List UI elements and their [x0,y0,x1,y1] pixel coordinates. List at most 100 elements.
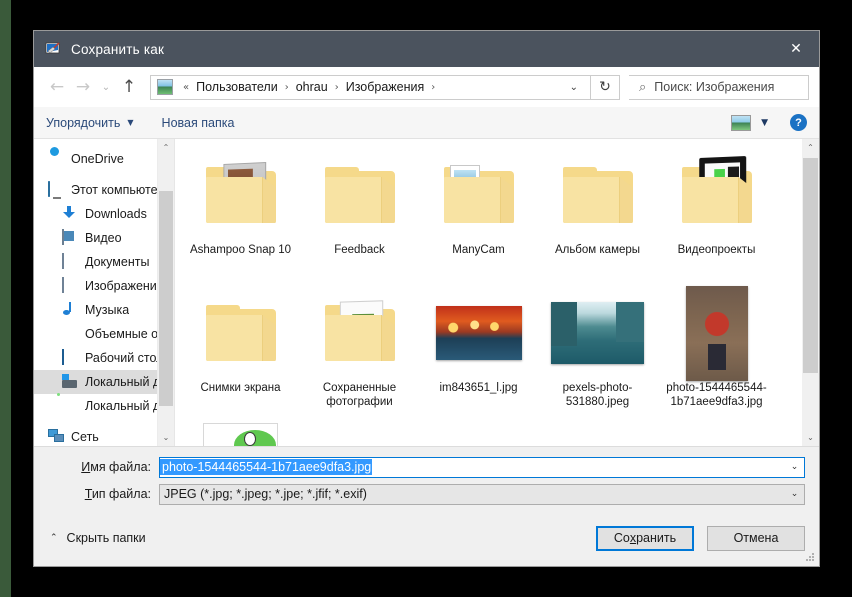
arrow-right-icon[interactable]: → [70,74,96,100]
filename-input[interactable]: photo-1544465544-1b71aee9dfa3.jpg ⌄ [159,456,805,478]
file-item-label: Feedback [334,244,385,256]
help-icon[interactable]: ? [790,114,807,131]
image-thumbnail [435,306,522,360]
chevron-up-icon-hide-folders: ⌃ [50,533,58,543]
dialog-body: OneDrive Этот компьютер Downloads Видео … [34,139,819,447]
close-icon[interactable]: ✕ [773,31,819,67]
file-item-label: Альбом камеры [554,244,641,256]
pictures-icon [62,277,78,294]
file-item[interactable]: photo-1544465544-1b71aee9dfa3.jpg [657,285,776,423]
thumbnail [300,147,419,243]
chevron-up-icon-file-scroll[interactable]: ⌃ [802,139,819,156]
thumbnail [419,147,538,243]
file-item-partial[interactable] [181,423,300,446]
downloads-arrow-icon [62,206,78,222]
file-item[interactable]: Сохраненные фотографии [300,285,419,423]
hide-folders-label: Скрыть папки [66,531,146,545]
file-item-label: Видеопроекты [677,244,756,256]
chevron-down-icon-sidebar-scroll[interactable]: ⌄ [158,429,174,446]
file-item[interactable]: Видеопроекты [657,147,776,285]
sidebar-item-desktop[interactable]: Рабочий стол [34,346,174,370]
search-icon: ⌕ [639,79,647,95]
sidebar-item-pictures[interactable]: Изображения [34,274,174,298]
chevron-down-icon-view[interactable]: ▼ [761,118,768,128]
file-item[interactable]: ManyCam [419,147,538,285]
sidebar-item-network[interactable]: Сеть [34,425,174,446]
file-list-scrollbar-thumb[interactable] [803,158,818,373]
sidebar-scrollbar[interactable]: ⌃ ⌄ [157,139,174,446]
filetype-select[interactable]: JPEG (*.jpg; *.jpeg; *.jpe; *.jfif; *.ex… [159,483,805,505]
paint-app-icon [45,41,61,57]
chevron-down-icon-file-scroll[interactable]: ⌄ [802,429,819,446]
filename-label: Имя файла: [34,460,159,474]
breadcrumb-separator-1: › [334,81,339,93]
chevron-up-icon-sidebar-scroll[interactable]: ⌃ [158,139,174,156]
chevron-down-icon-filetype[interactable]: ⌄ [785,485,804,504]
this-pc-monitor-icon [48,181,64,198]
cancel-button[interactable]: Отмена [707,525,805,551]
folder-icon [205,305,276,361]
search-placeholder: Поиск: Изображения [654,80,775,94]
documents-icon [62,253,78,270]
arrow-up-icon[interactable]: ↑ [116,74,142,100]
music-note-icon [62,302,78,318]
command-bar: Упорядочить ▼ Новая папка ▼ ? [34,107,819,139]
chevron-down-icon-address[interactable]: ⌄ [558,82,590,93]
sidebar-item-this-pc[interactable]: Этот компьютер [34,178,174,202]
view-layout-icon[interactable] [731,114,752,131]
thumbnail [300,285,419,381]
save-form: Имя файла: photo-1544465544-1b71aee9dfa3… [34,447,819,510]
breadcrumb-item-2[interactable]: Изображения [344,80,427,94]
sidebar-item-local-disk-c[interactable]: Локальный диск [34,370,174,394]
file-item[interactable]: pexels-photo-531880.jpeg [538,285,657,423]
image-thumbnail [551,302,644,364]
file-item[interactable]: im843651_l.jpg [419,285,538,423]
sidebar-item-3d-objects[interactable]: Объемные объекты [34,322,174,346]
breadcrumb-item-1[interactable]: ohrau [294,80,330,94]
hide-folders-button[interactable]: ⌃ Скрыть папки [50,531,146,545]
resize-grip[interactable] [806,553,816,563]
filetype-value: JPEG (*.jpg; *.jpeg; *.jpe; *.jfif; *.ex… [164,487,367,501]
dialog-title: Сохранить как [71,41,165,57]
chevron-down-icon-filename[interactable]: ⌄ [785,458,804,477]
sidebar-scrollbar-thumb[interactable] [159,191,173,406]
navigation-bar: ← → ⌄ ↑ « Пользователи › ohrau › Изображ… [34,67,819,107]
desktop-edge-strip [0,0,11,597]
thumbnail [181,285,300,381]
filetype-label-accel: Т [84,487,92,501]
sidebar-item-downloads[interactable]: Downloads [34,202,174,226]
sidebar-item-videos[interactable]: Видео [34,226,174,250]
file-item[interactable]: Ashampoo Snap 10 [181,147,300,285]
save-button[interactable]: Со х ранить [596,525,694,551]
sidebar-item-local-disk-d[interactable]: Локальный диск [34,394,174,418]
sidebar-item-label: Изображения [85,279,164,293]
screen: Сохранить как ✕ ← → ⌄ ↑ « Пользователи ›… [0,0,852,597]
chevron-down-icon-organize: ▼ [127,118,134,127]
file-grid: Ashampoo Snap 10 Feedback ManyCam Альбом… [175,139,802,446]
file-list-pane: Ashampoo Snap 10 Feedback ManyCam Альбом… [174,139,819,446]
folder-icon [562,167,633,223]
file-list-scrollbar[interactable]: ⌃ ⌄ [802,139,819,446]
thumbnail [538,285,657,381]
file-item[interactable]: Альбом камеры [538,147,657,285]
folder-icon [205,161,276,223]
thumbnail [419,285,538,381]
refresh-icon[interactable]: ↻ [590,74,619,100]
thumbnail [657,147,776,243]
arrow-left-icon[interactable]: ← [44,74,70,100]
file-item[interactable]: Feedback [300,147,419,285]
sidebar-item-onedrive[interactable]: OneDrive [34,147,174,171]
sidebar-item-documents[interactable]: Документы [34,250,174,274]
search-input[interactable]: ⌕ Поиск: Изображения [629,74,809,100]
sidebar-item-label: Музыка [85,303,130,317]
folder-icon [443,165,514,223]
chevron-down-icon-history[interactable]: ⌄ [96,74,116,100]
new-folder-button[interactable]: Новая папка [162,116,235,130]
sidebar-item-music[interactable]: Музыка [34,298,174,322]
breadcrumb-item-0[interactable]: Пользователи [194,80,280,94]
file-item-label: ManyCam [452,244,505,256]
organize-label: Упорядочить [46,115,121,130]
file-item[interactable]: Снимки экрана [181,285,300,423]
address-bar[interactable]: « Пользователи › ohrau › Изображения › ⌄… [150,74,620,100]
organize-button[interactable]: Упорядочить ▼ [46,116,134,130]
